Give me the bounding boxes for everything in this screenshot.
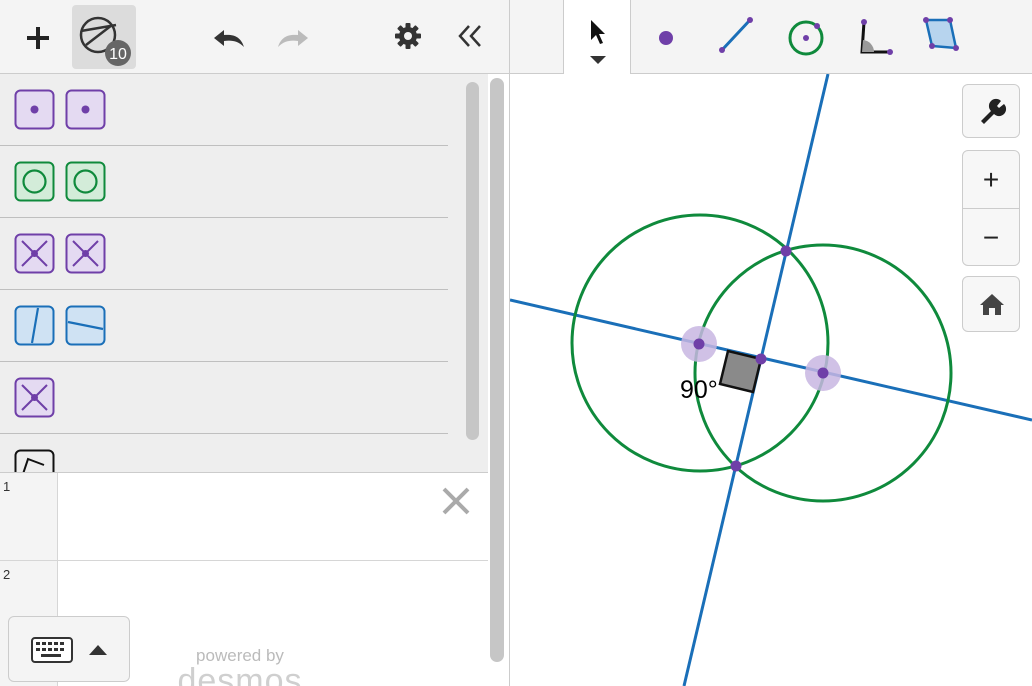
default-viewport-button[interactable] <box>962 276 1020 332</box>
circle-icon[interactable] <box>784 12 828 56</box>
keyboard-icon <box>31 637 73 663</box>
wrench-icon <box>981 98 1007 124</box>
geometry-tool-list <box>0 74 488 472</box>
select-arrow-icon <box>590 20 606 64</box>
zoom-in-button[interactable]: + <box>963 155 1019 205</box>
intersection-point[interactable] <box>755 353 767 365</box>
expression-index: 1 <box>3 479 11 494</box>
right-angle-marker <box>718 349 763 394</box>
geometry-canvas[interactable] <box>510 74 1032 686</box>
expression-index: 2 <box>3 567 11 582</box>
close-icon[interactable] <box>440 485 472 517</box>
tool-row-lines <box>0 290 448 362</box>
gear-icon <box>395 23 421 49</box>
add-item-button[interactable] <box>18 18 58 58</box>
tool-row-angle <box>0 434 448 472</box>
zoom-controls: + − <box>962 150 1020 266</box>
panel-scrollbar[interactable] <box>490 78 504 662</box>
geometry-tools-icon: 10 <box>79 16 131 66</box>
intersection-tool-icon[interactable] <box>14 233 55 274</box>
settings-button[interactable] <box>388 16 428 56</box>
intersection-point[interactable] <box>780 245 792 257</box>
angle-tool-icon[interactable] <box>14 449 55 472</box>
collapse-panel-button[interactable] <box>448 16 492 56</box>
point[interactable] <box>817 367 829 379</box>
expression-gutter: 1 <box>0 473 58 560</box>
select-tool-button[interactable] <box>563 0 631 74</box>
desmos-logo[interactable]: desmos <box>160 662 320 686</box>
angle-icon[interactable] <box>852 12 896 56</box>
graph-settings-button[interactable] <box>962 84 1020 138</box>
caret-up-icon <box>89 645 107 655</box>
tool-row-intersections <box>0 218 448 290</box>
redo-icon <box>278 30 308 47</box>
plus-icon <box>27 27 49 49</box>
geometry-toolbar <box>510 0 1032 74</box>
graph-paper[interactable]: 90° + − <box>510 0 1032 686</box>
expression-row[interactable]: 1 <box>0 473 488 561</box>
circle-tool-icon[interactable] <box>14 161 55 202</box>
expression-panel: 10 1 2 powered by desmos <box>0 0 510 686</box>
tool-row-points <box>0 74 448 146</box>
midpoint-tool-icon[interactable] <box>65 233 106 274</box>
tool-row-center <box>0 362 448 434</box>
angle-label: 90° <box>680 376 718 404</box>
point[interactable] <box>693 338 705 350</box>
polygon-icon[interactable] <box>918 12 962 56</box>
point-tool-icon[interactable] <box>14 89 55 130</box>
segment-icon[interactable] <box>714 12 758 56</box>
intersection-point[interactable] <box>730 460 742 472</box>
double-chevron-left-icon <box>458 25 481 47</box>
redo-button[interactable] <box>270 18 314 58</box>
zoom-divider <box>963 208 1019 209</box>
expression-toolbar: 10 <box>0 0 509 74</box>
compass-tool-icon[interactable] <box>65 161 106 202</box>
point-icon[interactable] <box>644 12 688 56</box>
geometry-badge: 10 <box>109 46 127 63</box>
point-on-object-icon[interactable] <box>65 89 106 130</box>
tool-list-scrollbar[interactable] <box>466 82 479 440</box>
zoom-out-button[interactable]: − <box>963 213 1019 263</box>
desmos-geometry-app: 10 1 2 powered by desmos 90° + − <box>0 0 1032 686</box>
parallel-tool-icon[interactable] <box>14 305 55 346</box>
home-icon <box>980 294 1004 315</box>
tool-row-circles <box>0 146 448 218</box>
perpendicular-tool-icon[interactable] <box>65 305 106 346</box>
undo-button[interactable] <box>208 18 252 58</box>
center-point-icon[interactable] <box>14 377 55 418</box>
keyboard-toggle-button[interactable] <box>8 616 130 682</box>
geometry-tools-button[interactable]: 10 <box>72 5 136 69</box>
undo-icon <box>214 30 244 47</box>
